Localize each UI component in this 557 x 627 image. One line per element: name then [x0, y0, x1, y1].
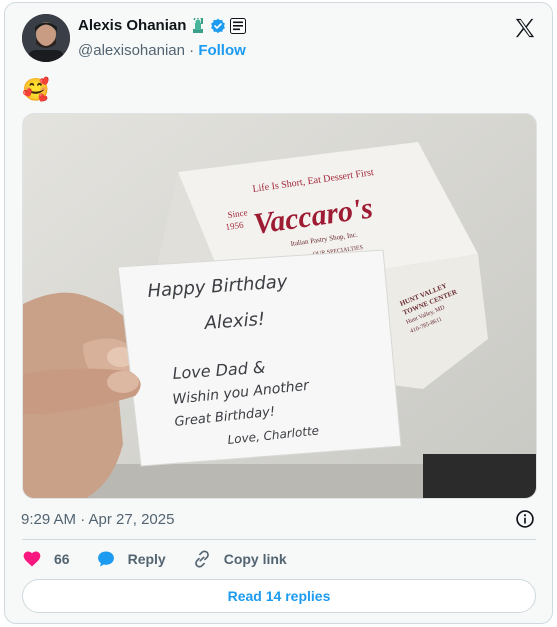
reply-bubble-icon [97, 551, 114, 567]
reply-label: Reply [127, 551, 166, 567]
read-replies-button[interactable]: Read 14 replies [22, 579, 536, 613]
note-line-2: Alexis! [203, 309, 266, 334]
affiliate-logo-icon [230, 17, 247, 34]
author-handle[interactable]: @alexisohanian [78, 42, 185, 59]
tweet-card: Alexis Ohanian @alexisohanian · Follow 🥰… [4, 2, 553, 624]
copy-link-label: Copy link [223, 551, 287, 567]
link-icon [194, 550, 209, 568]
like-button[interactable]: 66 [22, 549, 70, 569]
copy-link-button[interactable]: Copy link [192, 549, 287, 569]
author-row: Alexis Ohanian [78, 16, 247, 34]
handle-separator: · [184, 42, 199, 59]
handle-row: @alexisohanian · Follow [78, 42, 246, 59]
tweet-text: 🥰 [22, 77, 50, 102]
author-name[interactable]: Alexis Ohanian [78, 17, 186, 34]
avatar[interactable] [22, 14, 70, 62]
like-count: 66 [54, 551, 70, 567]
heart-icon [23, 551, 41, 567]
verified-badge-icon [210, 18, 226, 34]
action-bar: 66 Reply Copy link [22, 548, 313, 570]
reply-button[interactable]: Reply [96, 549, 166, 569]
divider [22, 539, 536, 540]
x-logo-icon[interactable] [514, 17, 536, 39]
statue-of-liberty-icon [190, 16, 206, 34]
info-icon[interactable] [515, 509, 535, 529]
follow-button[interactable]: Follow [198, 42, 246, 59]
birthday-note: Happy Birthday Alexis! Love Dad & Wishin… [117, 249, 402, 467]
tweet-timestamp[interactable]: 9:29 AM · Apr 27, 2025 [21, 511, 174, 528]
tweet-photo[interactable]: Life Is Short, Eat Dessert First Since 1… [22, 113, 537, 499]
